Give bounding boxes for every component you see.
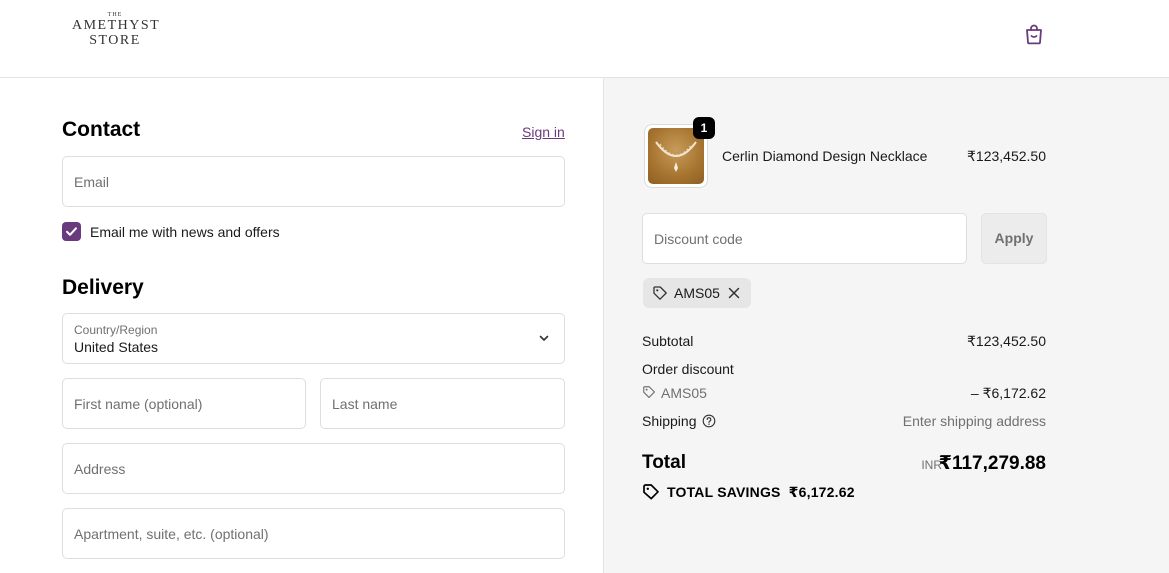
logo-line-1: AMETHYST [72, 18, 161, 33]
discount-tag-icon [643, 386, 655, 398]
chevron-down-icon [539, 335, 549, 341]
subtotal-label: Subtotal [642, 333, 694, 349]
discount-code-label: AMS05 [661, 385, 707, 401]
apartment-placeholder: Apartment, suite, etc. (optional) [74, 526, 269, 542]
discount-value: – ₹6,172.62 [970, 385, 1046, 401]
order-discount-label: Order discount [642, 361, 734, 377]
applied-code-text: AMS05 [674, 285, 720, 301]
shopping-bag-icon[interactable] [1022, 22, 1046, 46]
checkout-form: Contact Sign in Email Email me with news… [0, 78, 603, 573]
apply-button[interactable]: Apply [981, 213, 1047, 264]
newsletter-label: Email me with news and offers [90, 224, 280, 240]
header: THE AMETHYST STORE [0, 0, 1169, 78]
total-value: ₹117,279.88 [938, 453, 1046, 474]
last-name-field[interactable]: Last name [320, 378, 565, 429]
sign-in-link[interactable]: Sign in [522, 124, 565, 140]
apartment-field[interactable]: Apartment, suite, etc. (optional) [62, 508, 565, 559]
first-name-field[interactable]: First name (optional) [62, 378, 306, 429]
country-select[interactable]: Country/Region United States [62, 313, 565, 364]
tag-icon [653, 286, 667, 300]
subtotal-value: ₹123,452.50 [967, 333, 1046, 349]
quantity-badge: 1 [693, 117, 715, 139]
order-summary: 1 Cerlin Diamond Design Necklace ₹123,45… [603, 78, 1169, 573]
newsletter-checkbox[interactable] [62, 222, 81, 241]
country-value: United States [74, 339, 159, 355]
product-name: Cerlin Diamond Design Necklace [722, 148, 928, 164]
savings-label: TOTAL SAVINGS [667, 484, 781, 500]
email-field[interactable]: Email [62, 156, 565, 207]
remove-discount-icon[interactable] [727, 286, 741, 300]
first-name-placeholder: First name (optional) [74, 396, 203, 412]
product-thumbnail: 1 [644, 117, 715, 188]
country-label: Country/Region [74, 323, 158, 337]
delivery-heading: Delivery [62, 276, 144, 299]
help-icon[interactable] [702, 414, 716, 428]
shipping-label: Shipping [642, 413, 697, 429]
applied-discount-chip: AMS05 [643, 278, 751, 308]
checkmark-icon [66, 227, 77, 236]
savings-value: ₹6,172.62 [788, 484, 855, 500]
store-logo[interactable]: THE AMETHYST STORE [72, 12, 161, 48]
shipping-value: Enter shipping address [902, 413, 1046, 429]
email-placeholder: Email [74, 174, 110, 190]
product-price: ₹123,452.50 [967, 148, 1046, 164]
total-label: Total [642, 452, 686, 473]
address-placeholder: Address [74, 461, 126, 477]
logo-line-2: STORE [89, 33, 141, 48]
last-name-placeholder: Last name [332, 396, 398, 412]
discount-code-field[interactable]: Discount code [642, 213, 967, 264]
discount-code-placeholder: Discount code [654, 231, 743, 247]
address-field[interactable]: Address [62, 443, 565, 494]
savings-tag-icon [643, 484, 659, 500]
contact-heading: Contact [62, 118, 141, 141]
total-savings: TOTAL SAVINGS ₹6,172.62 [667, 484, 855, 501]
